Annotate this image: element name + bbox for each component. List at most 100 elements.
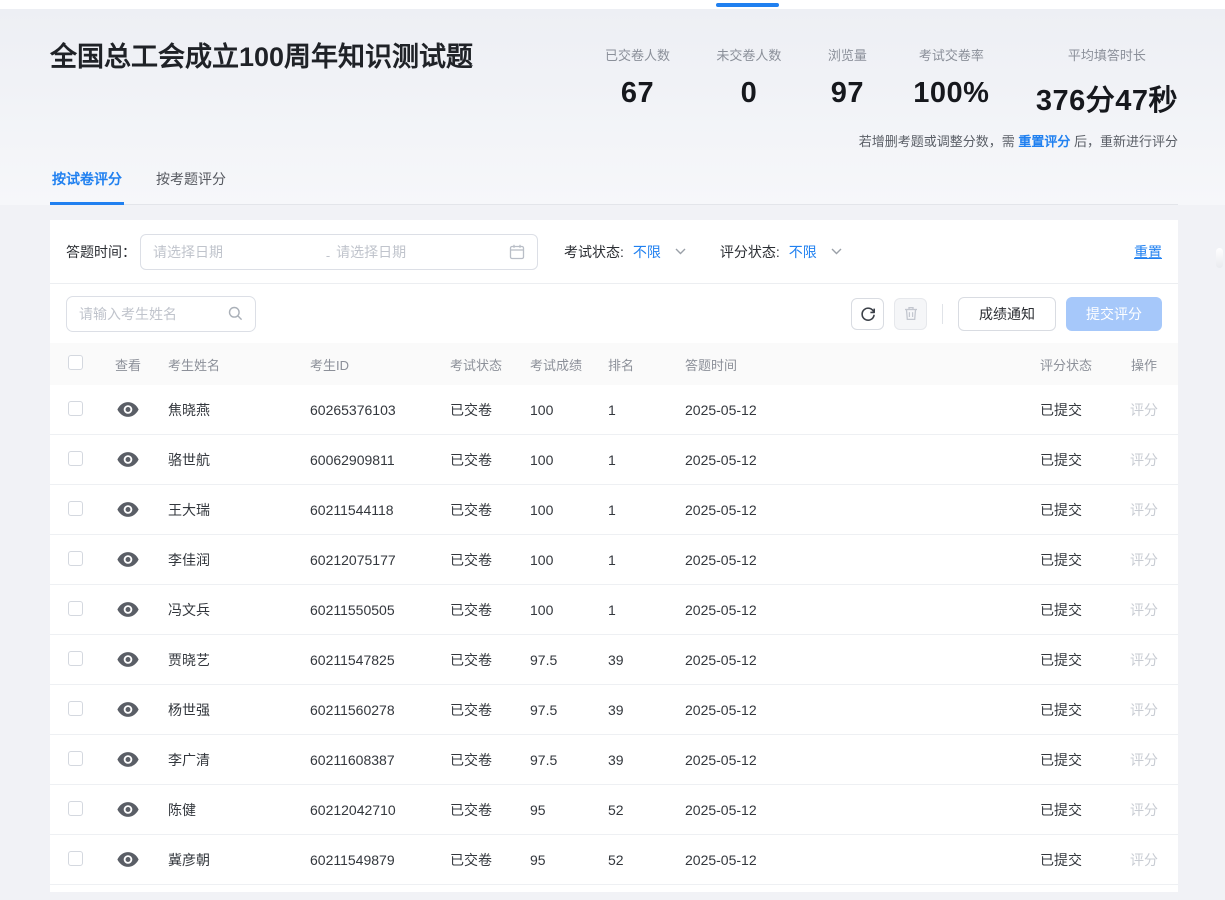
exam-status: 已交卷: [438, 650, 518, 670]
student-name: 贾晓艺: [156, 650, 298, 670]
chevron-down-icon: [831, 248, 842, 255]
row-checkbox[interactable]: [68, 801, 83, 816]
grade-status: 已提交: [1025, 850, 1118, 870]
grade-status: 已提交: [1025, 550, 1118, 570]
student-name: 李广清: [156, 750, 298, 770]
view-button[interactable]: [117, 552, 139, 567]
row-checkbox[interactable]: [68, 551, 83, 566]
rank: 39: [596, 702, 673, 718]
exam-status-select[interactable]: 考试状态: 不限: [564, 242, 686, 262]
column-time: 答题时间: [673, 355, 1025, 374]
row-checkbox[interactable]: [68, 601, 83, 616]
exam-status: 已交卷: [438, 400, 518, 420]
exam-header: 全国总工会成立100周年知识测试题 已交卷人数 67 未交卷人数 0 浏览量 9…: [0, 9, 1225, 205]
tab-grade-by-question[interactable]: 按考题评分: [154, 161, 228, 204]
top-tab-indicator: [716, 3, 779, 7]
exam-score: 100: [518, 502, 596, 518]
table-body: 焦晓燕 60265376103 已交卷 100 1 2025-05-12 已提交…: [50, 385, 1178, 885]
stat-views: 浏览量 97: [828, 45, 867, 119]
exam-status: 已交卷: [438, 600, 518, 620]
row-checkbox[interactable]: [68, 701, 83, 716]
grade-status: 已提交: [1025, 700, 1118, 720]
answer-time: 2025-05-12: [673, 402, 1025, 418]
view-button[interactable]: [117, 502, 139, 517]
column-id: 考生ID: [298, 355, 438, 374]
exam-score: 100: [518, 552, 596, 568]
exam-score: 97.5: [518, 752, 596, 768]
grade-status: 已提交: [1025, 650, 1118, 670]
row-checkbox[interactable]: [68, 851, 83, 866]
refresh-icon: [860, 306, 876, 322]
view-button[interactable]: [117, 452, 139, 467]
rank: 52: [596, 852, 673, 868]
scrollbar-thumb[interactable]: [1216, 248, 1223, 268]
column-rank: 排名: [596, 355, 673, 374]
refresh-button[interactable]: [851, 298, 884, 330]
table-row: 陈健 60212042710 已交卷 95 52 2025-05-12 已提交 …: [50, 785, 1178, 835]
score-notify-button[interactable]: 成绩通知: [958, 297, 1056, 331]
exam-status-label: 考试状态:: [564, 242, 624, 262]
exam-status: 已交卷: [438, 500, 518, 520]
answer-time: 2025-05-12: [673, 602, 1025, 618]
table-row: 李佳润 60212075177 已交卷 100 1 2025-05-12 已提交…: [50, 535, 1178, 585]
table-row: 李广清 60211608387 已交卷 97.5 39 2025-05-12 已…: [50, 735, 1178, 785]
grade-status: 已提交: [1025, 600, 1118, 620]
table-row: 贾晓艺 60211547825 已交卷 97.5 39 2025-05-12 已…: [50, 635, 1178, 685]
student-name: 杨世强: [156, 700, 298, 720]
grade-status-label: 评分状态:: [720, 242, 780, 262]
delete-button: [894, 298, 927, 330]
student-id: 60212075177: [298, 552, 438, 568]
view-button[interactable]: [117, 652, 139, 667]
rank: 1: [596, 452, 673, 468]
answer-time: 2025-05-12: [673, 852, 1025, 868]
rank: 52: [596, 802, 673, 818]
grade-action-link: 评分: [1118, 700, 1178, 720]
column-status: 考试状态: [438, 355, 518, 374]
column-score: 考试成绩: [518, 355, 596, 374]
exam-status: 已交卷: [438, 750, 518, 770]
select-all-checkbox[interactable]: [68, 355, 83, 370]
view-button[interactable]: [117, 752, 139, 767]
answer-time: 2025-05-12: [673, 652, 1025, 668]
view-button[interactable]: [117, 852, 139, 867]
reset-score-link[interactable]: 重置评分: [1018, 134, 1070, 149]
row-checkbox[interactable]: [68, 451, 83, 466]
answer-time: 2025-05-12: [673, 452, 1025, 468]
search-input[interactable]: [79, 306, 228, 322]
filter-row: 答题时间： - 考试状态: 不限 评分状态: 不限 重置: [50, 220, 1178, 283]
calendar-icon: [509, 244, 525, 260]
view-button[interactable]: [117, 802, 139, 817]
stat-submit-rate: 考试交卷率 100%: [913, 45, 989, 119]
grade-status: 已提交: [1025, 450, 1118, 470]
toolbar-row: 成绩通知 提交评分: [50, 284, 1178, 343]
reset-filters-link[interactable]: 重置: [1134, 242, 1162, 262]
view-button[interactable]: [117, 602, 139, 617]
view-button[interactable]: [117, 402, 139, 417]
row-checkbox[interactable]: [68, 751, 83, 766]
tab-grade-by-paper[interactable]: 按试卷评分: [50, 161, 124, 205]
grade-status-select[interactable]: 评分状态: 不限: [720, 242, 842, 262]
date-start-input[interactable]: [153, 244, 326, 260]
view-button[interactable]: [117, 702, 139, 717]
table-row: 王大瑞 60211544118 已交卷 100 1 2025-05-12 已提交…: [50, 485, 1178, 535]
grade-action-link: 评分: [1118, 400, 1178, 420]
column-grade-status: 评分状态: [1025, 355, 1118, 374]
exam-score: 97.5: [518, 652, 596, 668]
row-checkbox[interactable]: [68, 501, 83, 516]
divider: [942, 304, 943, 324]
rank: 39: [596, 652, 673, 668]
table-row: 杨世强 60211560278 已交卷 97.5 39 2025-05-12 已…: [50, 685, 1178, 735]
exam-status: 已交卷: [438, 450, 518, 470]
eye-icon: [117, 652, 139, 667]
row-checkbox[interactable]: [68, 651, 83, 666]
rank: 1: [596, 402, 673, 418]
student-id: 60265376103: [298, 402, 438, 418]
table-row: 焦晓燕 60265376103 已交卷 100 1 2025-05-12 已提交…: [50, 385, 1178, 435]
date-end-input[interactable]: [336, 244, 509, 260]
search-icon[interactable]: [228, 306, 243, 321]
row-checkbox[interactable]: [68, 401, 83, 416]
date-range-picker[interactable]: -: [140, 234, 538, 270]
student-id: 60212042710: [298, 802, 438, 818]
table-header: 查看 考生姓名 考生ID 考试状态 考试成绩 排名 答题时间 评分状态 操作: [50, 343, 1178, 385]
grade-action-link: 评分: [1118, 600, 1178, 620]
